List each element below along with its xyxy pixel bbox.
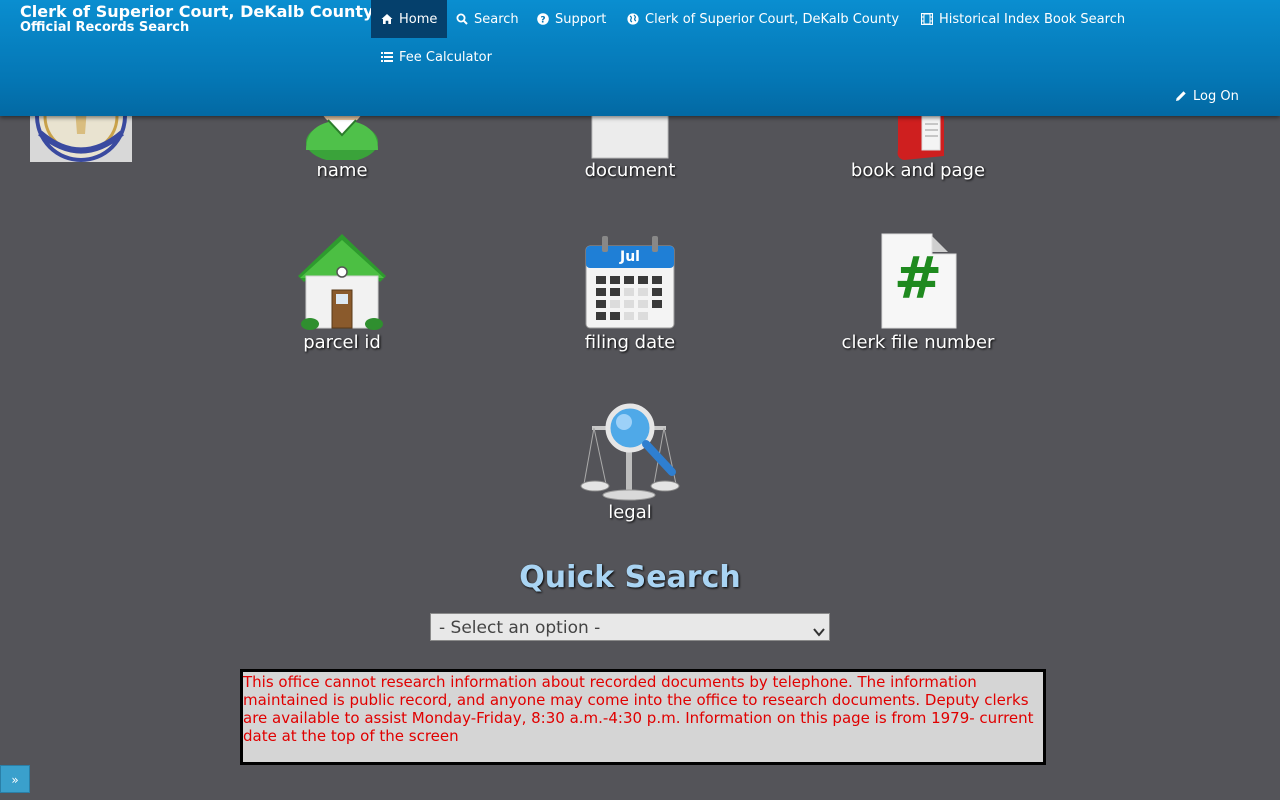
calendar-month: Jul [620,249,640,265]
nav-support-label: Support [555,11,607,27]
search-tile-filing-date[interactable]: Jul filing date [530,232,730,354]
calendar-icon: Jul [580,232,680,332]
film-icon [921,13,933,25]
scales-magnifier-icon [580,402,680,502]
notice-text: This office cannot research information … [243,673,1034,745]
nav-clerk-label: Clerk of Superior Court, DeKalb County [645,11,900,27]
nav-fee-calculator[interactable]: Fee Calculator [371,38,502,76]
tile-label-legal: legal [608,502,652,523]
chevron-down-icon [813,622,825,642]
quick-search-selected: - Select an option - [439,618,601,638]
quick-search-title: Quick Search [519,560,741,595]
logon-link[interactable]: Log On [1165,77,1249,115]
home-icon [381,13,393,25]
globe-icon [627,13,639,25]
brand-title[interactable]: Clerk of Superior Court, DeKalb County [20,3,374,21]
house-icon [292,232,392,332]
nav-fee-label: Fee Calculator [399,49,492,65]
list-icon [381,51,393,63]
search-icon [456,13,468,25]
question-circle-icon: ? [537,13,549,25]
tile-label-clerk-file-number: clerk file number [841,332,995,353]
tile-label-filing-date: filing date [584,332,676,353]
nav-home-label: Home [399,11,438,27]
brand[interactable]: Clerk of Superior Court, DeKalb County O… [20,3,374,35]
nav-search[interactable]: Search [446,0,529,38]
pencil-icon [1175,90,1187,102]
tile-label-document: document [584,160,676,181]
tile-label-name: name [316,160,368,181]
search-tile-clerk-file-number[interactable]: # clerk file number [818,232,1018,354]
tile-label-parcel-id: parcel id [303,332,381,353]
nav-support[interactable]: ? Support [527,0,616,38]
nav-historical-label: Historical Index Book Search [939,11,1126,27]
nav-historical[interactable]: Historical Index Book Search [911,0,1135,38]
quick-search-select[interactable]: - Select an option - [430,613,830,641]
top-navbar: Clerk of Superior Court, DeKalb County O… [0,0,1280,116]
svg-text:?: ? [540,16,545,26]
file-number-icon: # [868,232,968,332]
file-number-symbol: # [893,244,943,312]
notice-box: This office cannot research information … [240,669,1046,765]
tile-label-book-and-page: book and page [850,160,986,181]
nav-home[interactable]: Home [371,0,448,38]
brand-subtitle[interactable]: Official Records Search [20,21,374,35]
expand-panel-button[interactable]: » [0,765,30,793]
search-tile-parcel-id[interactable]: parcel id [242,232,442,354]
nav-search-label: Search [474,11,519,27]
logon-label: Log On [1193,88,1239,104]
nav-clerk[interactable]: Clerk of Superior Court, DeKalb County [617,0,909,38]
expand-icon: » [11,773,19,787]
search-tile-legal[interactable]: legal [530,402,730,524]
